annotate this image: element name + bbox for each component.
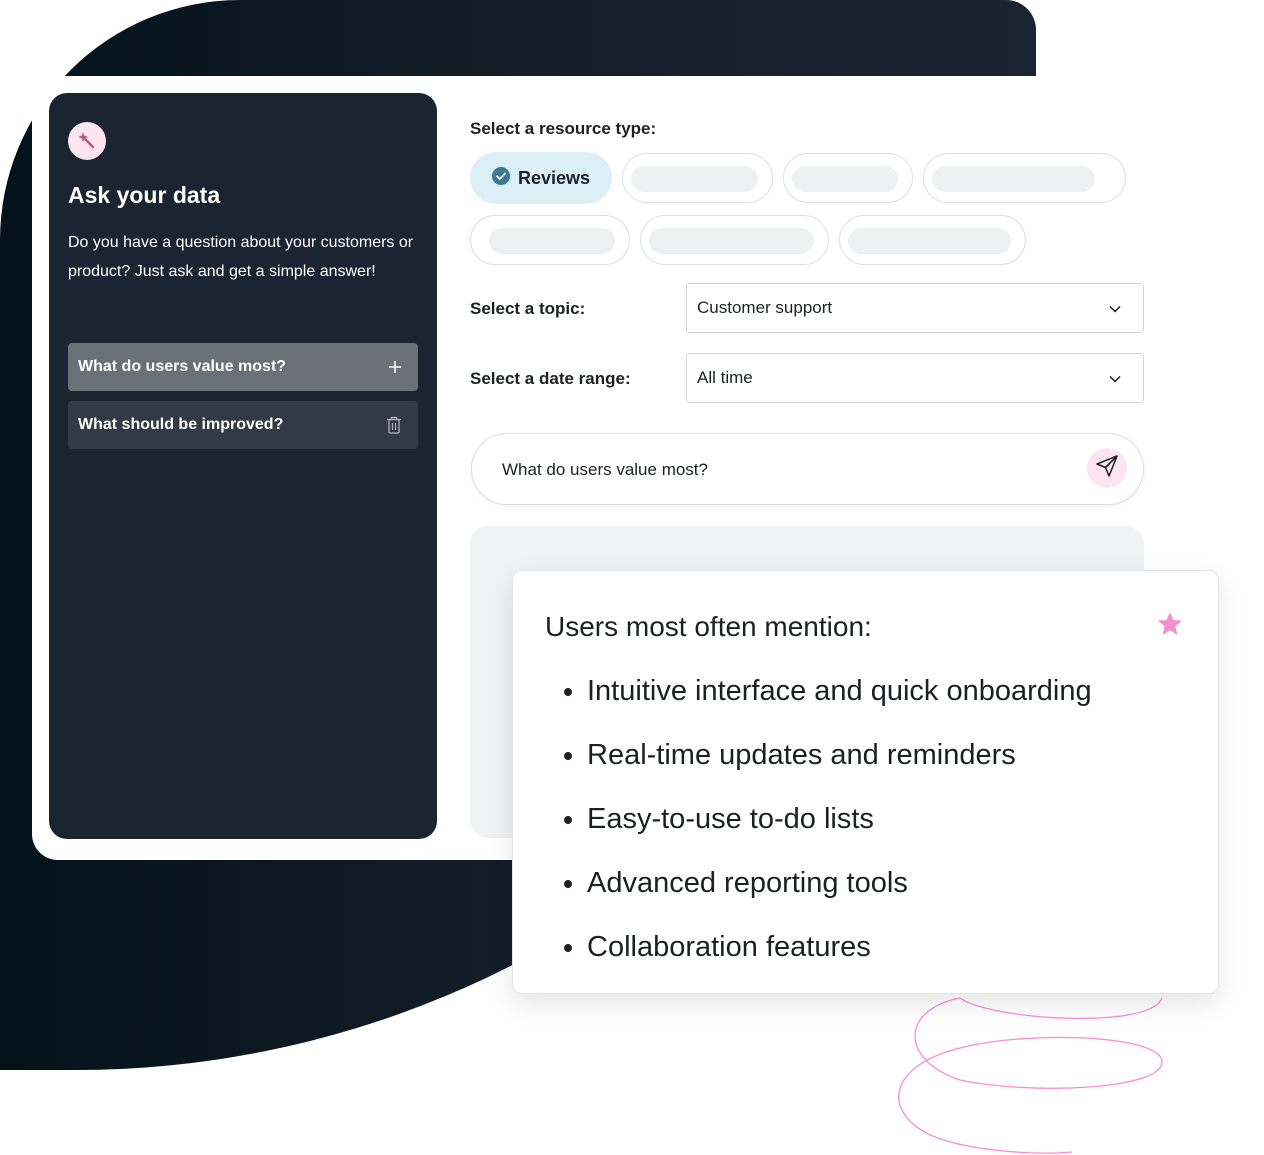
send-button[interactable] <box>1087 448 1127 488</box>
chip-label: Reviews <box>517 167 591 188</box>
resource-type-label: Select a resource type: <box>470 119 657 138</box>
topic-label: Select a topic: <box>470 299 586 318</box>
question-item-value-most[interactable]: What do users value most? <box>68 343 418 391</box>
trash-icon[interactable] <box>386 416 402 434</box>
check-circle-icon <box>491 166 510 190</box>
answer-item: Intuitive interface and quick onboarding <box>587 659 1092 723</box>
resource-chip-placeholder[interactable] <box>470 215 630 265</box>
plus-icon[interactable] <box>388 360 402 374</box>
answer-item: Collaboration features <box>587 915 1092 979</box>
resource-chip-placeholder[interactable] <box>923 153 1126 203</box>
sidebar-title: Ask your data <box>68 182 221 208</box>
date-range-select[interactable]: All time <box>686 353 1144 403</box>
answer-item: Advanced reporting tools <box>587 851 1092 915</box>
topic-select[interactable]: Customer support <box>686 283 1144 333</box>
question-label: What do users value most? <box>78 358 287 375</box>
question-input[interactable] <box>500 454 1064 486</box>
question-label: What should be improved? <box>78 416 284 433</box>
resource-chip-placeholder[interactable] <box>640 215 829 265</box>
answer-item: Easy-to-use to-do lists <box>587 787 1092 851</box>
star-icon[interactable] <box>1156 611 1184 643</box>
question-item-improved[interactable]: What should be improved? <box>68 401 418 449</box>
answer-title: Users most often mention: <box>545 611 872 642</box>
answer-list: Intuitive interface and quick onboarding… <box>557 659 1092 979</box>
answer-card: Users most often mention: Intuitive inte… <box>512 570 1219 994</box>
magic-wand-icon <box>68 122 106 160</box>
answer-item: Real-time updates and reminders <box>587 723 1092 787</box>
send-icon <box>1095 454 1119 483</box>
topic-value: Customer support <box>697 298 833 317</box>
resource-chip-placeholder[interactable] <box>839 215 1026 265</box>
date-range-value: All time <box>697 368 753 387</box>
sidebar-description: Do you have a question about your custom… <box>68 234 414 280</box>
date-range-label: Select a date range: <box>470 369 631 388</box>
chip-reviews[interactable]: Reviews <box>470 152 612 204</box>
resource-chip-placeholder[interactable] <box>622 153 773 203</box>
chevron-down-icon <box>1109 298 1121 318</box>
question-input-box <box>471 433 1144 505</box>
chevron-down-icon <box>1109 368 1121 388</box>
resource-chip-placeholder[interactable] <box>783 153 913 203</box>
